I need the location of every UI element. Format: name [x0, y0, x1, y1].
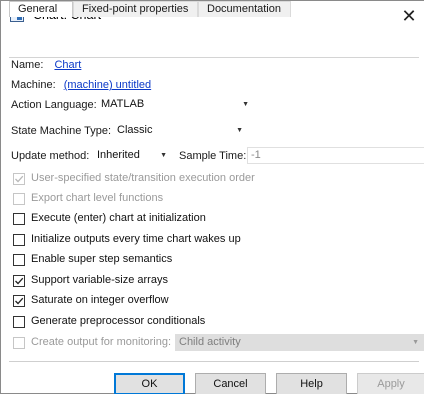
chart-properties-dialog: Chart: Chart ✕ General Fixed-point prope… [0, 0, 424, 394]
option-label-preprocessor-conditionals: Generate preprocessor conditionals [31, 315, 206, 327]
state-machine-type-value: Classic [117, 124, 153, 136]
update-method-label: Update method: [11, 150, 90, 162]
monitoring-value: Child activity [179, 336, 241, 348]
name-label: Name: [11, 59, 44, 71]
chevron-down-icon: ▼ [242, 101, 249, 108]
update-method-select[interactable]: Inherited ▼ [93, 147, 173, 164]
state-machine-type-label: State Machine Type: [11, 125, 112, 137]
action-language-label: Action Language: [11, 99, 97, 111]
update-method-value: Inherited [97, 149, 140, 161]
monitoring-label: Create output for monitoring: [31, 336, 172, 348]
option-checkbox[interactable] [13, 275, 25, 287]
ok-button[interactable]: OK [114, 373, 185, 394]
option-label-super-step: Enable super step semantics [31, 253, 173, 265]
button-bar-divider [9, 361, 419, 362]
tab-divider [9, 57, 419, 58]
chevron-down-icon: ▼ [412, 339, 419, 346]
checkmark-icon [15, 297, 24, 305]
action-language-value: MATLAB [101, 98, 145, 110]
monitoring-checkbox[interactable] [13, 337, 25, 349]
monitoring-select[interactable]: Child activity ▼ [175, 334, 424, 351]
option-label-execution-order: User-specified state/transition executio… [31, 172, 255, 184]
option-checkbox[interactable] [13, 213, 25, 225]
option-checkbox[interactable] [13, 234, 25, 246]
apply-button[interactable]: Apply [357, 373, 424, 394]
name-row: Name: Chart [11, 59, 81, 71]
checkmark-icon [15, 277, 24, 285]
chevron-down-icon: ▼ [160, 152, 167, 159]
machine-label: Machine: [11, 79, 56, 91]
option-checkbox[interactable] [13, 173, 25, 185]
option-label-execute-at-init: Execute (enter) chart at initialization [31, 212, 206, 224]
tab-fixed-point-properties[interactable]: Fixed-point properties [73, 1, 198, 17]
state-machine-type-select[interactable]: Classic ▼ [113, 122, 249, 139]
option-checkbox[interactable] [13, 193, 25, 205]
option-label-export-functions: Export chart level functions [31, 192, 164, 204]
sample-time-input[interactable]: -1 [247, 147, 424, 164]
sample-time-label: Sample Time: [179, 150, 247, 162]
cancel-button[interactable]: Cancel [195, 373, 266, 394]
machine-link[interactable]: (machine) untitled [64, 79, 151, 91]
chevron-down-icon: ▼ [236, 127, 243, 134]
tab-general[interactable]: General [9, 1, 73, 17]
option-checkbox[interactable] [13, 316, 25, 328]
option-checkbox[interactable] [13, 295, 25, 307]
machine-row: Machine: (machine) untitled [11, 79, 151, 91]
chart-name-link[interactable]: Chart [54, 59, 81, 71]
option-label-saturate-overflow: Saturate on integer overflow [31, 294, 169, 306]
option-label-variable-size-arrays: Support variable-size arrays [31, 274, 168, 286]
sample-time-value: -1 [251, 149, 261, 161]
option-checkbox[interactable] [13, 254, 25, 266]
tab-documentation[interactable]: Documentation [198, 1, 291, 17]
action-language-select[interactable]: MATLAB ▼ [97, 96, 255, 113]
option-label-initialize-outputs: Initialize outputs every time chart wake… [31, 233, 241, 245]
close-icon[interactable]: ✕ [398, 5, 420, 27]
help-button[interactable]: Help [276, 373, 347, 394]
checkmark-icon [15, 175, 24, 183]
